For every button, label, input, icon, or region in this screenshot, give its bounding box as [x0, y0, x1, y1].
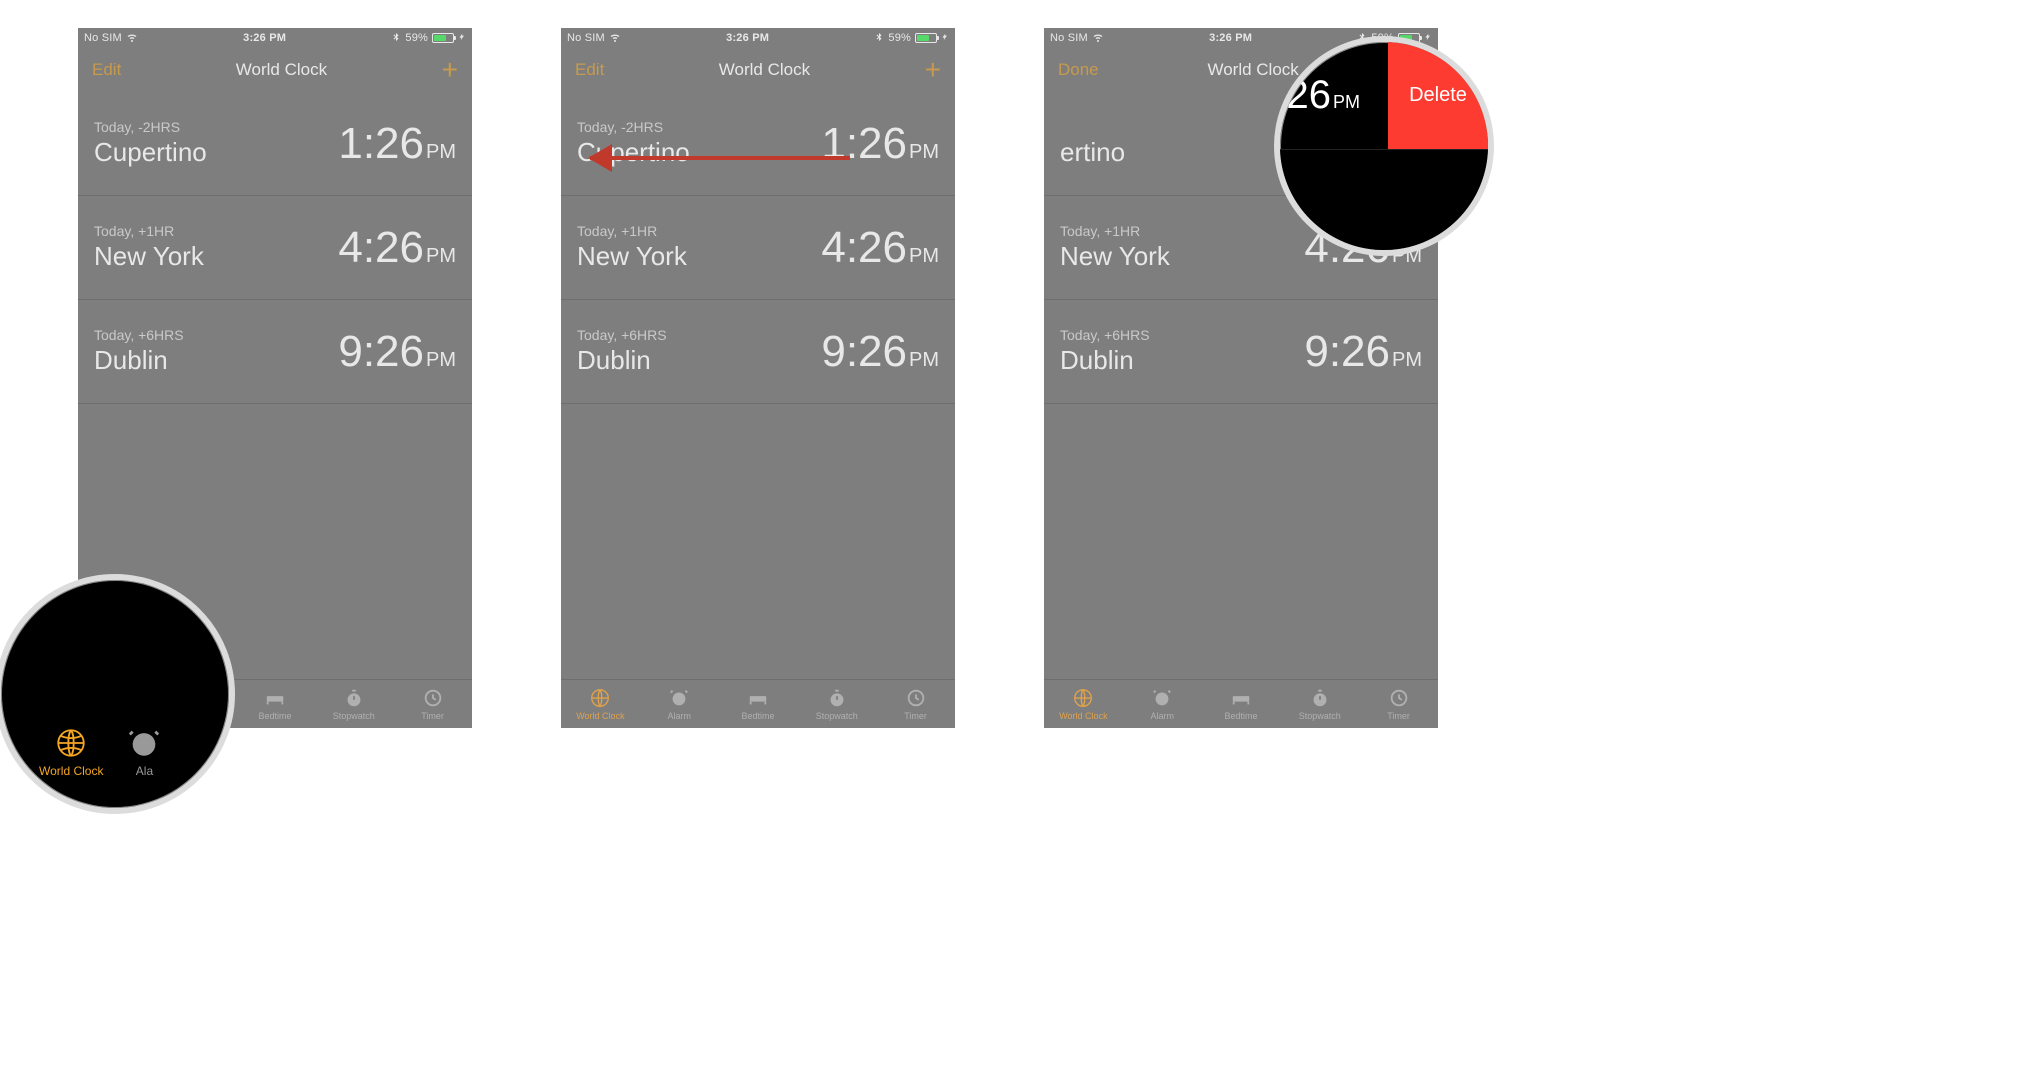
tab-timer[interactable]: Timer — [876, 680, 955, 728]
status-time: 3:26 PM — [138, 32, 392, 44]
clock-row-cupertino[interactable]: Today, -2HRS Cupertino 1:26PM — [78, 92, 472, 196]
tab-world-clock[interactable]: World Clock — [561, 680, 640, 728]
zoom-tab-alarm[interactable]: Ala — [127, 726, 161, 778]
globe-icon — [54, 726, 88, 760]
clock-meta: Today, -2HRS — [94, 119, 207, 135]
page-title: World Clock — [236, 60, 327, 80]
globe-icon — [589, 687, 611, 709]
globe-icon — [1072, 687, 1094, 709]
bed-icon — [1230, 687, 1252, 709]
tab-timer[interactable]: Timer — [1359, 680, 1438, 728]
clock-time: 4:26PM — [338, 223, 456, 273]
phone-screen-2: No SIM 3:26 PM 59% Edit World Clock + To… — [561, 28, 955, 728]
charging-icon — [458, 32, 466, 45]
page-title: World Clock — [719, 60, 810, 80]
tab-timer[interactable]: Timer — [393, 680, 472, 728]
clock-row-newyork[interactable]: Today, +1HR New York 4:26PM — [78, 196, 472, 300]
clock-row-dublin[interactable]: Today, +6HRSDublin 9:26PM — [561, 300, 955, 404]
status-bar: No SIM 3:26 PM 59% — [561, 28, 955, 48]
add-button[interactable]: + — [925, 56, 941, 84]
delete-button[interactable]: Delete — [1388, 42, 1488, 149]
nav-bar: Edit World Clock + — [78, 48, 472, 92]
edit-button[interactable]: Edit — [92, 60, 121, 80]
tab-bar: World Clock Alarm Bedtime Stopwatch Time… — [561, 679, 955, 728]
tab-bedtime[interactable]: Bedtime — [1202, 680, 1281, 728]
magnifier-world-clock-tab: World Clock Ala — [0, 574, 235, 814]
clock-time: 1:26PM — [338, 119, 456, 169]
tab-stopwatch[interactable]: Stopwatch — [314, 680, 393, 728]
clock-city: Dublin — [94, 345, 184, 376]
tab-alarm[interactable]: Alarm — [640, 680, 719, 728]
wifi-icon — [1092, 31, 1104, 46]
tab-world-clock[interactable]: World Clock — [1044, 680, 1123, 728]
clock-row-dublin[interactable]: Today, +6HRS Dublin 9:26PM — [78, 300, 472, 404]
clock-row-newyork[interactable]: Today, +1HRNew York 4:26PM — [561, 196, 955, 300]
tab-alarm[interactable]: Alarm — [1123, 680, 1202, 728]
alarm-icon — [127, 726, 161, 760]
clock-time: 9:26PM — [338, 327, 456, 377]
battery-icon — [915, 33, 937, 43]
alarm-icon — [1151, 687, 1173, 709]
alarm-icon — [668, 687, 690, 709]
timer-icon — [905, 687, 927, 709]
stopwatch-icon — [1309, 687, 1331, 709]
wifi-icon — [126, 31, 138, 46]
bluetooth-icon — [874, 32, 884, 45]
charging-icon — [941, 32, 949, 45]
tab-stopwatch[interactable]: Stopwatch — [797, 680, 876, 728]
stopwatch-icon — [826, 687, 848, 709]
clock-row-cupertino[interactable]: Today, -2HRSCupertino 1:26PM — [561, 92, 955, 196]
clock-meta: Today, +6HRS — [94, 327, 184, 343]
clock-meta: Today, +1HR — [94, 223, 204, 239]
wifi-icon — [609, 31, 621, 46]
timer-icon — [1388, 687, 1410, 709]
carrier-label: No SIM — [84, 32, 122, 44]
clock-city: New York — [94, 241, 204, 272]
bed-icon — [264, 687, 286, 709]
battery-percent: 59% — [405, 32, 428, 44]
edit-button[interactable]: Edit — [575, 60, 604, 80]
bed-icon — [747, 687, 769, 709]
tab-bar: World Clock Alarm Bedtime Stopwatch Time… — [1044, 679, 1438, 728]
done-button[interactable]: Done — [1058, 60, 1099, 80]
bluetooth-icon — [391, 32, 401, 45]
add-button[interactable]: + — [442, 56, 458, 84]
battery-icon — [432, 33, 454, 43]
tab-bedtime[interactable]: Bedtime — [236, 680, 315, 728]
nav-bar: Edit World Clock + — [561, 48, 955, 92]
tab-stopwatch[interactable]: Stopwatch — [1280, 680, 1359, 728]
tab-bedtime[interactable]: Bedtime — [719, 680, 798, 728]
magnifier-delete-button: 1:26PM Delete — [1274, 36, 1494, 256]
timer-icon — [422, 687, 444, 709]
status-bar: No SIM 3:26 PM 59% — [78, 28, 472, 48]
zoom-time: 1:26PM — [1274, 73, 1360, 118]
zoom-tab-world-clock[interactable]: World Clock — [39, 726, 103, 778]
clock-row-dublin[interactable]: Today, +6HRSDublin 9:26PM — [1044, 300, 1438, 404]
clock-city: Cupertino — [94, 137, 207, 168]
stopwatch-icon — [343, 687, 365, 709]
